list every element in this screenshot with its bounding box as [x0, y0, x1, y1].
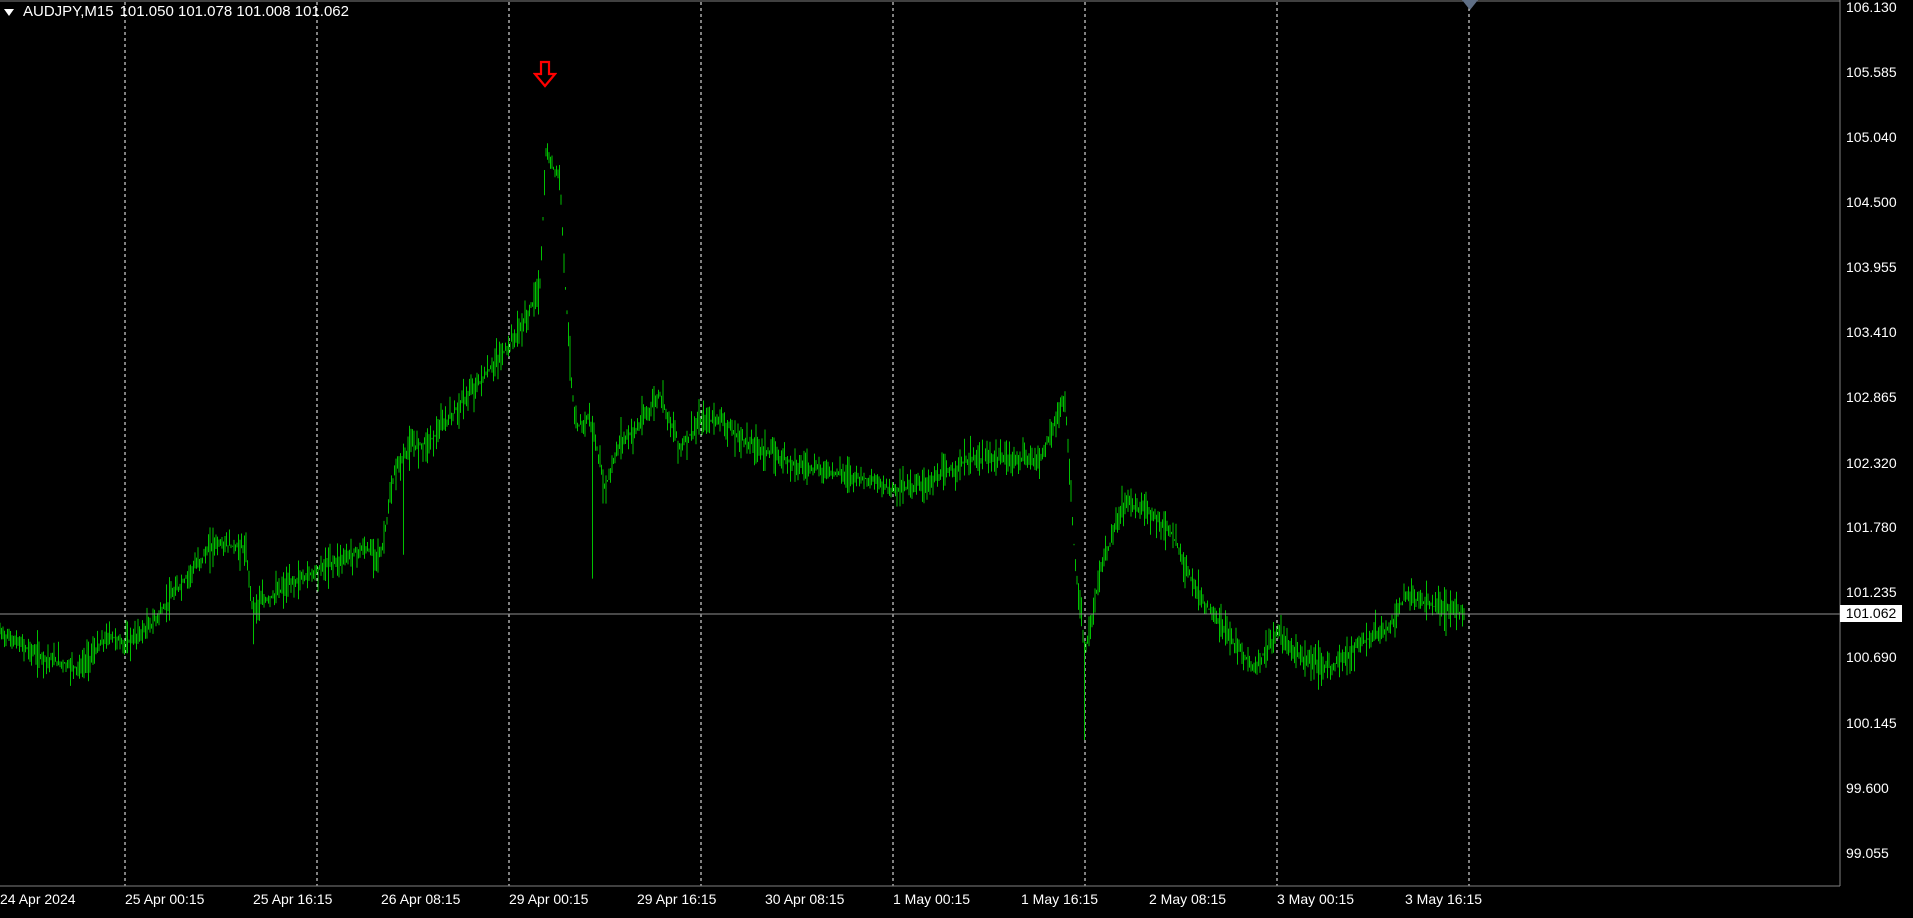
y-tick-label: 102.865: [1846, 389, 1897, 406]
y-tick-label: 103.410: [1846, 324, 1897, 341]
y-tick-label: 100.145: [1846, 714, 1897, 731]
price-chart[interactable]: [0, 0, 1913, 918]
price-bars: [0, 143, 1465, 740]
y-tick-label: 103.955: [1846, 259, 1897, 276]
x-tick-label: 1 May 00:15: [893, 891, 971, 907]
x-tick-label: 26 Apr 08:15: [381, 891, 461, 907]
collapse-triangle-icon[interactable]: [4, 8, 14, 16]
x-tick-label: 2 May 08:15: [1149, 891, 1227, 907]
y-tick-label: 101.780: [1846, 519, 1897, 536]
y-tick-label: 106.130: [1846, 0, 1897, 15]
x-tick-label: 30 Apr 08:15: [765, 891, 845, 907]
x-tick-label: 24 Apr 2024: [0, 891, 76, 907]
chart-header: AUDJPY,M15 101.050 101.078 101.008 101.0…: [4, 3, 349, 21]
x-tick-label: 29 Apr 16:15: [637, 891, 717, 907]
shift-pointer-icon[interactable]: [1462, 0, 1478, 10]
x-tick-label: 29 Apr 00:15: [509, 891, 589, 907]
x-tick-label: 25 Apr 16:15: [253, 891, 333, 907]
y-tick-label: 102.320: [1846, 454, 1897, 471]
sell-arrow-down-icon[interactable]: [533, 60, 557, 88]
x-tick-label: 3 May 00:15: [1277, 891, 1355, 907]
current-price-label: 101.062: [1840, 605, 1902, 622]
x-tick-label: 3 May 16:15: [1405, 891, 1483, 907]
y-tick-label: 105.040: [1846, 129, 1897, 146]
x-tick-label: 1 May 16:15: [1021, 891, 1099, 907]
y-tick-label: 99.600: [1846, 779, 1889, 796]
grid-lines: [124, 2, 1470, 886]
x-tick-label: 25 Apr 00:15: [125, 891, 205, 907]
y-tick-label: 104.500: [1846, 193, 1897, 210]
y-tick-label: 99.055: [1846, 845, 1889, 861]
y-tick-label: 100.690: [1846, 649, 1897, 666]
ohlc-values: 101.050 101.078 101.008 101.062: [119, 3, 349, 20]
symbol-timeframe: AUDJPY,M15: [23, 3, 114, 20]
y-tick-label: 101.235: [1846, 584, 1897, 601]
y-tick-label: 105.585: [1846, 64, 1897, 81]
